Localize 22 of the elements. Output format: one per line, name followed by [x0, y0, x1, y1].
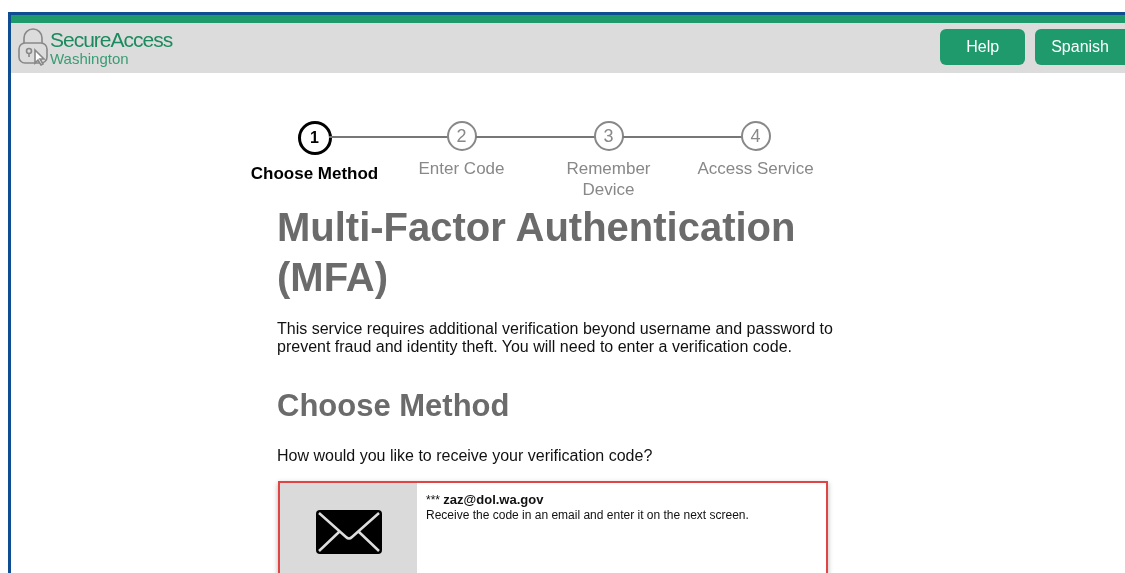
- padlock-icon: [16, 28, 50, 66]
- step-number[interactable]: 4: [740, 121, 771, 151]
- logo-subtitle: Washington: [50, 50, 130, 66]
- help-button[interactable]: Help: [940, 29, 1026, 65]
- language-button[interactable]: Spanish: [1035, 29, 1125, 65]
- step-label: Enter Code: [417, 158, 506, 179]
- method-description: Receive the code in an email and enter it on the next screen.: [426, 508, 749, 523]
- logo-title: SecureAccess: [50, 28, 173, 51]
- intro-text: This service requires additional verification beyond username and password to prevent fraud and identity theft. You will need to enter a verification code.: [277, 320, 834, 356]
- step-number[interactable]: 1: [297, 121, 332, 155]
- question-text: How would you like to receive your verification code?: [277, 447, 654, 465]
- page-title: Multi-Factor Authentication (MFA): [277, 204, 797, 301]
- method-option[interactable]: *** zaz@dol.wa.gov Receive the code in an email and enter it on the next screen.: [278, 481, 828, 573]
- section-title: Choose Method: [277, 388, 511, 424]
- step-label: Remember Device: [565, 158, 652, 200]
- masked-prefix: ***: [426, 493, 440, 507]
- step-number[interactable]: 3: [593, 121, 624, 151]
- step-number[interactable]: 2: [446, 121, 477, 151]
- email-address: zaz@dol.wa.gov: [443, 492, 544, 507]
- step-label: Choose Method: [249, 163, 380, 184]
- step-label: Access Service: [696, 158, 815, 179]
- envelope-icon: [315, 509, 382, 554]
